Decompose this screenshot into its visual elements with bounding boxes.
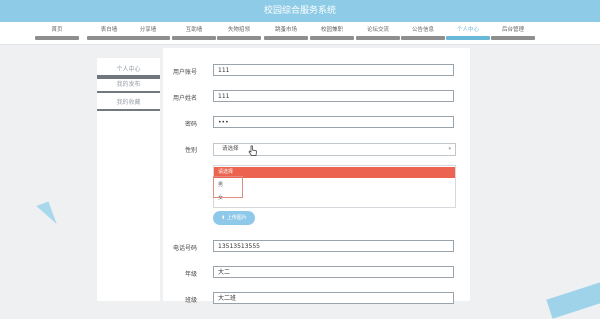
upload-image-button[interactable]: ⬆ 上传图片	[213, 211, 255, 225]
app-title: 校园综合服务系统	[263, 6, 336, 16]
account-field[interactable]: 111	[213, 64, 454, 76]
app-header: 校园综合服务系统	[0, 0, 600, 22]
dropdown-highlight-frame	[213, 176, 243, 198]
nav-item-label: 跳蚤市场	[274, 27, 297, 33]
nav-item-label: 后台管理	[501, 27, 524, 33]
gender-label: 性别	[184, 147, 197, 154]
decorative-triangle	[36, 201, 57, 229]
upload-button-label: 上传图片	[226, 215, 247, 221]
nav-item-label: 论坛交流	[366, 27, 389, 33]
gender-option[interactable]: 女	[214, 193, 455, 204]
nav-item-announcements[interactable]: 公告信息	[401, 26, 445, 40]
nav-item-bar	[491, 36, 535, 40]
nav-item-bar	[172, 36, 216, 40]
nav-item-bar	[310, 36, 354, 40]
name-field[interactable]: 111	[213, 90, 454, 102]
nav-item-label: 失物招领	[227, 27, 250, 33]
grade-label: 年级	[184, 271, 197, 278]
nav-item-bar	[264, 36, 308, 40]
nav-item-bar	[126, 36, 170, 40]
gender-dropdown-list: 请选择 男 女	[213, 165, 456, 208]
nav-item-label: 校园兼职	[320, 27, 343, 33]
gender-option[interactable]: 请选择	[214, 167, 455, 178]
nav-item-part-time[interactable]: 校园兼职	[310, 26, 354, 40]
sidebar-title: 个人中心	[116, 66, 141, 73]
nav-item-bar	[356, 36, 400, 40]
sidebar-item-my-posts[interactable]: 我的发布	[97, 78, 160, 93]
chevron-down-icon: ▾	[448, 146, 451, 152]
nav-item-forum[interactable]: 论坛交流	[356, 26, 400, 40]
nav-item-label: 公告信息	[411, 27, 434, 33]
hand-pointer-icon	[248, 145, 257, 156]
nav-item-lost-found[interactable]: 失物招领	[217, 26, 261, 40]
grade-field[interactable]: 大二	[213, 266, 454, 278]
sidebar-item-my-favorites[interactable]: 我的收藏	[97, 96, 160, 111]
nav-item-admin[interactable]: 后台管理	[491, 26, 535, 40]
nav-item-label: 分享墙	[139, 27, 157, 33]
phone-field[interactable]: 13513513555	[213, 240, 454, 252]
nav-item-confession-wall[interactable]: 表白墙	[87, 26, 131, 40]
nav-item-personal-center[interactable]: 个人中心	[446, 26, 490, 40]
nav-item-bar	[217, 36, 261, 40]
nav-item-label: 首页	[51, 27, 63, 33]
nav-item-bar	[401, 36, 445, 40]
nav-item-bar	[87, 36, 131, 40]
sidebar: 个人中心 我的发布 我的收藏	[97, 58, 160, 301]
main-nav: 首页 表白墙 分享墙 互助墙 失物招领 跳蚤市场 校园兼职 论坛交流 公告信息 …	[0, 22, 600, 45]
password-field[interactable]: •••	[213, 116, 454, 128]
nav-item-bar	[446, 36, 490, 40]
gender-option[interactable]: 男	[214, 180, 455, 191]
name-label: 用户姓名	[172, 95, 197, 102]
nav-item-share-wall[interactable]: 分享墙	[126, 26, 170, 40]
nav-item-label: 互助墙	[185, 27, 203, 33]
nav-item-flea-market[interactable]: 跳蚤市场	[264, 26, 308, 40]
nav-item-bar	[35, 36, 79, 40]
password-label: 密码	[184, 121, 197, 128]
class-label: 班级	[184, 297, 197, 304]
phone-label: 电话号码	[172, 245, 197, 252]
decorative-shape	[546, 281, 600, 319]
upload-icon: ⬆	[221, 215, 226, 221]
gender-select-value: 请选择	[222, 146, 239, 152]
nav-item-label: 个人中心	[456, 27, 479, 33]
nav-item-help-wall[interactable]: 互助墙	[172, 26, 216, 40]
class-field[interactable]: 大二班	[213, 292, 454, 304]
nav-item-label: 表白墙	[100, 27, 118, 33]
account-label: 用户账号	[172, 69, 197, 76]
nav-item-home[interactable]: 首页	[35, 26, 79, 40]
